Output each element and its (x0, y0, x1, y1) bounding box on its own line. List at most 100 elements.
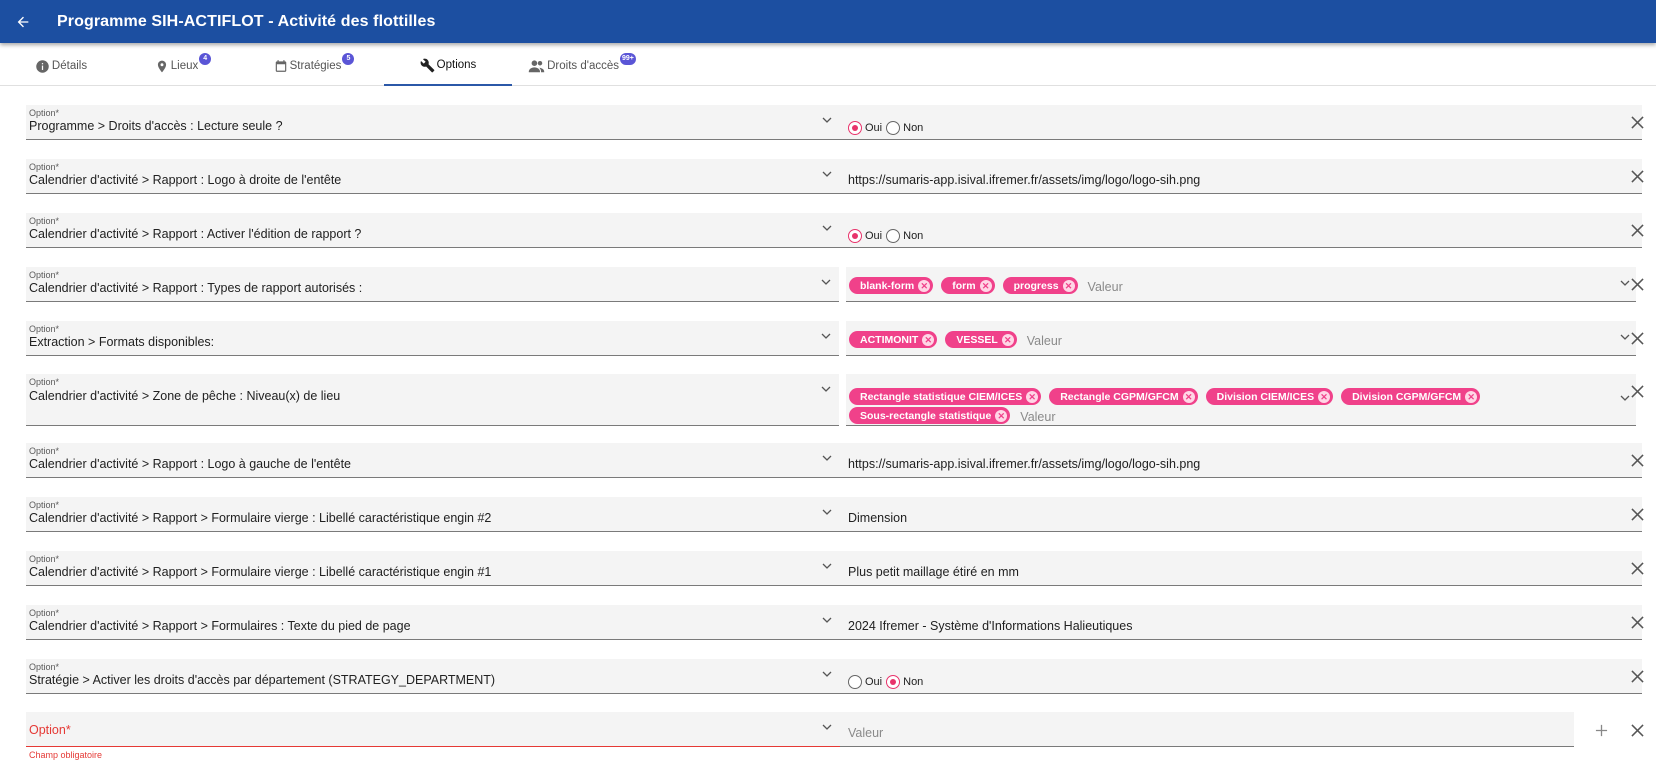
top-app-bar: Programme SIH-ACTIFLOT - Activité des fl… (0, 0, 1656, 43)
option-select[interactable]: Option* Calendrier d'activité > Rapport … (26, 159, 840, 194)
remove-option-button[interactable] (1618, 161, 1656, 191)
chevron-down-icon (822, 117, 832, 123)
value-input[interactable]: https://sumaris-app.isival.ifremer.fr/as… (840, 443, 1642, 478)
option-row: Option* Programme > Droits d'accès : Lec… (26, 105, 1656, 140)
option-field-label: Option* (29, 554, 60, 564)
remove-option-button[interactable] (1618, 376, 1656, 406)
value-chip: progress ✕ (1002, 277, 1078, 294)
radio-oui[interactable]: Oui (848, 229, 882, 243)
tab-droits-acces[interactable]: Droits d'accès 99+ (512, 46, 652, 86)
value-input[interactable]: https://sumaris-app.isival.ifremer.fr/as… (840, 159, 1642, 194)
radio-label: Oui (865, 122, 883, 134)
value-chip: VESSEL ✕ (945, 331, 1017, 348)
plus-icon (1595, 724, 1607, 736)
people-icon (528, 60, 545, 73)
chip-remove-icon[interactable]: ✕ (979, 279, 992, 292)
chip-remove-icon[interactable]: ✕ (922, 333, 935, 346)
close-icon (1630, 669, 1644, 683)
back-button[interactable] (0, 0, 46, 43)
radio-group: Oui Non (848, 121, 927, 135)
chevron-down-icon (821, 386, 831, 392)
value-text: Plus petit maillage étiré en mm (848, 565, 1019, 579)
tab-options[interactable]: Options (384, 46, 512, 86)
option-select[interactable]: Option* Stratégie > Activer les droits d… (26, 659, 840, 694)
remove-option-button[interactable] (1618, 553, 1656, 583)
option-select[interactable]: Option* Extraction > Formats disponibles… (26, 321, 839, 356)
radio-non[interactable]: Non (886, 229, 923, 243)
count-badge: 4 (199, 53, 212, 65)
remove-option-button[interactable] (1618, 607, 1656, 637)
option-value: Calendrier d'activité > Rapport > Formul… (29, 565, 492, 579)
close-icon (1630, 384, 1644, 398)
new-value-input[interactable]: Valeur (840, 712, 1574, 747)
radio-checked-icon (886, 675, 901, 689)
value-input[interactable]: Dimension (840, 497, 1642, 532)
info-icon (36, 59, 49, 73)
value-chips-select[interactable]: ACTIMONIT ✕ VESSEL ✕ Valeur (846, 321, 1636, 356)
chip-remove-icon[interactable]: ✕ (1062, 279, 1075, 292)
value-chip: ACTIMONIT ✕ (849, 331, 938, 348)
chip-remove-icon[interactable]: ✕ (1026, 390, 1039, 403)
calendar-icon (275, 60, 286, 72)
remove-option-button[interactable] (1618, 445, 1656, 475)
radio-oui[interactable]: Oui (848, 675, 882, 689)
radio-non[interactable]: Non (886, 121, 923, 135)
chevron-down-icon (822, 724, 832, 730)
remove-option-button[interactable] (1618, 499, 1656, 529)
option-value: Calendrier d'activité > Rapport : Logo à… (29, 457, 351, 471)
chip-label: Rectangle CGPM/GFCM (1060, 390, 1179, 403)
close-icon (1630, 331, 1644, 345)
option-row: Option* Extraction > Formats disponibles… (26, 321, 1656, 356)
remove-option-button[interactable] (1618, 107, 1656, 137)
value-input[interactable]: Plus petit maillage étiré en mm (840, 551, 1642, 586)
value-chip: Rectangle CGPM/GFCM ✕ (1049, 388, 1198, 405)
value-chips-select[interactable]: Rectangle statistique CIEM/ICES ✕ Rectang… (846, 374, 1636, 426)
chevron-down-icon (822, 563, 832, 569)
chip-label: Rectangle statistique CIEM/ICES (860, 390, 1023, 403)
add-option-button[interactable] (1586, 715, 1616, 745)
chip-remove-icon[interactable]: ✕ (918, 279, 931, 292)
option-select[interactable]: Option* Calendrier d'activité > Rapport … (26, 267, 839, 302)
new-option-row: Option* Champ obligatoire Valeur (26, 712, 1656, 764)
close-icon (1630, 169, 1644, 183)
value-input[interactable]: 2024 Ifremer - Système d'Informations Ha… (840, 605, 1642, 640)
value-text: https://sumaris-app.isival.ifremer.fr/as… (848, 457, 1201, 471)
remove-option-button[interactable] (1618, 269, 1656, 299)
option-field-label: Option* (29, 324, 60, 334)
radio-non[interactable]: Non (886, 675, 923, 689)
remove-option-button[interactable] (1618, 323, 1656, 353)
new-option-select[interactable]: Option* (26, 712, 840, 747)
option-select[interactable]: Option* Calendrier d'activité > Rapport … (26, 443, 840, 478)
wrench-icon (420, 58, 435, 72)
chevron-down-icon (822, 171, 832, 177)
value-chip: Rectangle statistique CIEM/ICES ✕ (849, 388, 1042, 405)
tab-lieux[interactable]: Lieux 4 (122, 46, 244, 86)
option-select[interactable]: Option* Programme > Droits d'accès : Lec… (26, 105, 840, 140)
remove-option-button[interactable] (1618, 661, 1656, 691)
chip-remove-icon[interactable]: ✕ (1465, 390, 1478, 403)
chips-input-placeholder[interactable]: Valeur (1020, 410, 1055, 424)
tab-strategies[interactable]: Stratégies 5 (244, 46, 384, 86)
option-select[interactable]: Option* Calendrier d'activité > Rapport … (26, 551, 840, 586)
close-icon (1630, 453, 1644, 467)
option-row: Option* Calendrier d'activité > Rapport … (26, 213, 1656, 248)
value-chips-select[interactable]: blank-form ✕ form ✕ progress ✕ Valeur (846, 267, 1636, 302)
option-select[interactable]: Option* Calendrier d'activité > Rapport … (26, 213, 840, 248)
chip-remove-icon[interactable]: ✕ (1001, 333, 1014, 346)
option-select[interactable]: Option* Calendrier d'activité > Rapport … (26, 497, 840, 532)
chip-remove-icon[interactable]: ✕ (995, 409, 1008, 422)
option-required-label: Option* (29, 723, 71, 737)
radio-oui[interactable]: Oui (848, 121, 882, 135)
chips-input-placeholder[interactable]: Valeur (1088, 280, 1123, 294)
remove-option-button[interactable] (1618, 715, 1656, 745)
value-chip: Division CGPM/GFCM ✕ (1341, 388, 1481, 405)
option-select[interactable]: Option* Calendrier d'activité > Zone de … (26, 374, 839, 426)
option-select[interactable]: Option* Calendrier d'activité > Rapport … (26, 605, 840, 640)
chevron-down-icon (821, 279, 831, 285)
chip-remove-icon[interactable]: ✕ (1182, 390, 1195, 403)
remove-option-button[interactable] (1618, 215, 1656, 245)
chips-input-placeholder[interactable]: Valeur (1027, 334, 1062, 348)
radio-checked-icon (848, 121, 862, 135)
tab-details[interactable]: Détails (0, 46, 122, 86)
chip-remove-icon[interactable]: ✕ (1318, 390, 1331, 403)
